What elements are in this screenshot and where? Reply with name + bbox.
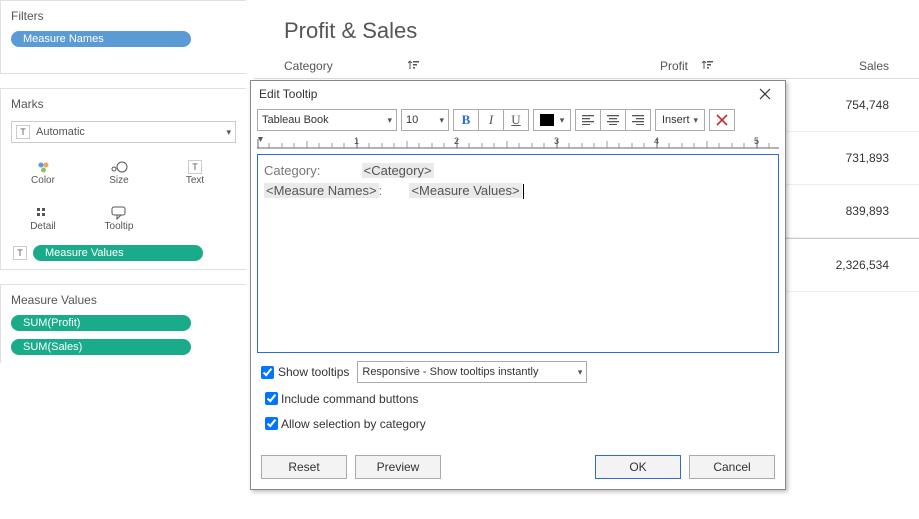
marks-detail-button[interactable]: Detail [5,195,81,241]
detail-icon [36,205,50,221]
tooltip-editor[interactable]: Category: <Category> <Measure Names>: <M… [257,154,779,353]
marks-tooltip-button[interactable]: Tooltip [81,195,157,241]
color-icon [36,159,50,175]
col-header-category[interactable]: Category [284,59,394,73]
sort-icon-category[interactable] [408,59,420,74]
text-shelf-icon: T [13,246,27,260]
reset-button[interactable]: Reset [261,455,347,479]
text-cursor [523,184,524,199]
allow-selection-checkbox[interactable] [265,417,278,430]
marks-type-select[interactable]: TAutomatic [11,121,236,143]
preview-button[interactable]: Preview [355,455,441,479]
text-icon: T [188,159,202,175]
bold-button[interactable]: B [454,110,479,130]
align-left-button[interactable] [576,110,601,130]
underline-button[interactable]: U [504,110,528,130]
clear-button[interactable] [709,109,735,131]
color-swatch-icon [540,114,554,126]
include-command-buttons-checkbox[interactable] [265,392,278,405]
ok-button[interactable]: OK [595,455,681,479]
sort-icon-profit[interactable] [702,59,714,74]
text-type-icon: T [16,125,30,139]
marks-text-button[interactable]: T Text [157,149,233,195]
size-icon [110,159,128,175]
edit-tooltip-dialog: Edit Tooltip Tableau Book 10 B I U Inser… [250,80,786,490]
ruler: 1 2 3 4 5 [257,133,779,154]
cancel-button[interactable]: Cancel [689,455,775,479]
mv-pill-sales[interactable]: SUM(Sales) [11,339,191,355]
col-header-sales[interactable]: Sales [799,59,889,73]
show-tooltips-checkbox[interactable] [261,366,274,379]
tooltip-icon [111,205,127,221]
close-button[interactable] [753,84,777,104]
filter-pill-measure-names[interactable]: Measure Names [11,31,191,47]
cell-sales-total: 2,326,534 [799,258,889,272]
font-family-select[interactable]: Tableau Book [257,109,397,131]
font-size-select[interactable]: 10 [401,109,449,131]
marks-pill-measure-values[interactable]: Measure Values [33,245,203,261]
marks-header: Marks [1,89,246,117]
marks-color-button[interactable]: Color [5,149,81,195]
cell-sales-2: 839,893 [799,204,889,218]
cell-sales-0: 754,748 [799,98,889,112]
italic-button[interactable]: I [479,110,504,130]
align-center-button[interactable] [601,110,626,130]
font-color-button[interactable] [533,109,571,131]
filters-header: Filters [1,1,246,29]
tooltip-mode-select[interactable]: Responsive - Show tooltips instantly [357,361,587,383]
sheet-title: Profit & Sales [254,0,919,54]
dialog-title: Edit Tooltip [259,87,317,101]
insert-button[interactable]: Insert [655,109,705,131]
cell-sales-1: 731,893 [799,151,889,165]
marks-size-button[interactable]: Size [81,149,157,195]
mv-pill-profit[interactable]: SUM(Profit) [11,315,191,331]
align-right-button[interactable] [626,110,650,130]
col-header-profit[interactable]: Profit [660,59,688,73]
measure-values-header: Measure Values [1,285,246,313]
